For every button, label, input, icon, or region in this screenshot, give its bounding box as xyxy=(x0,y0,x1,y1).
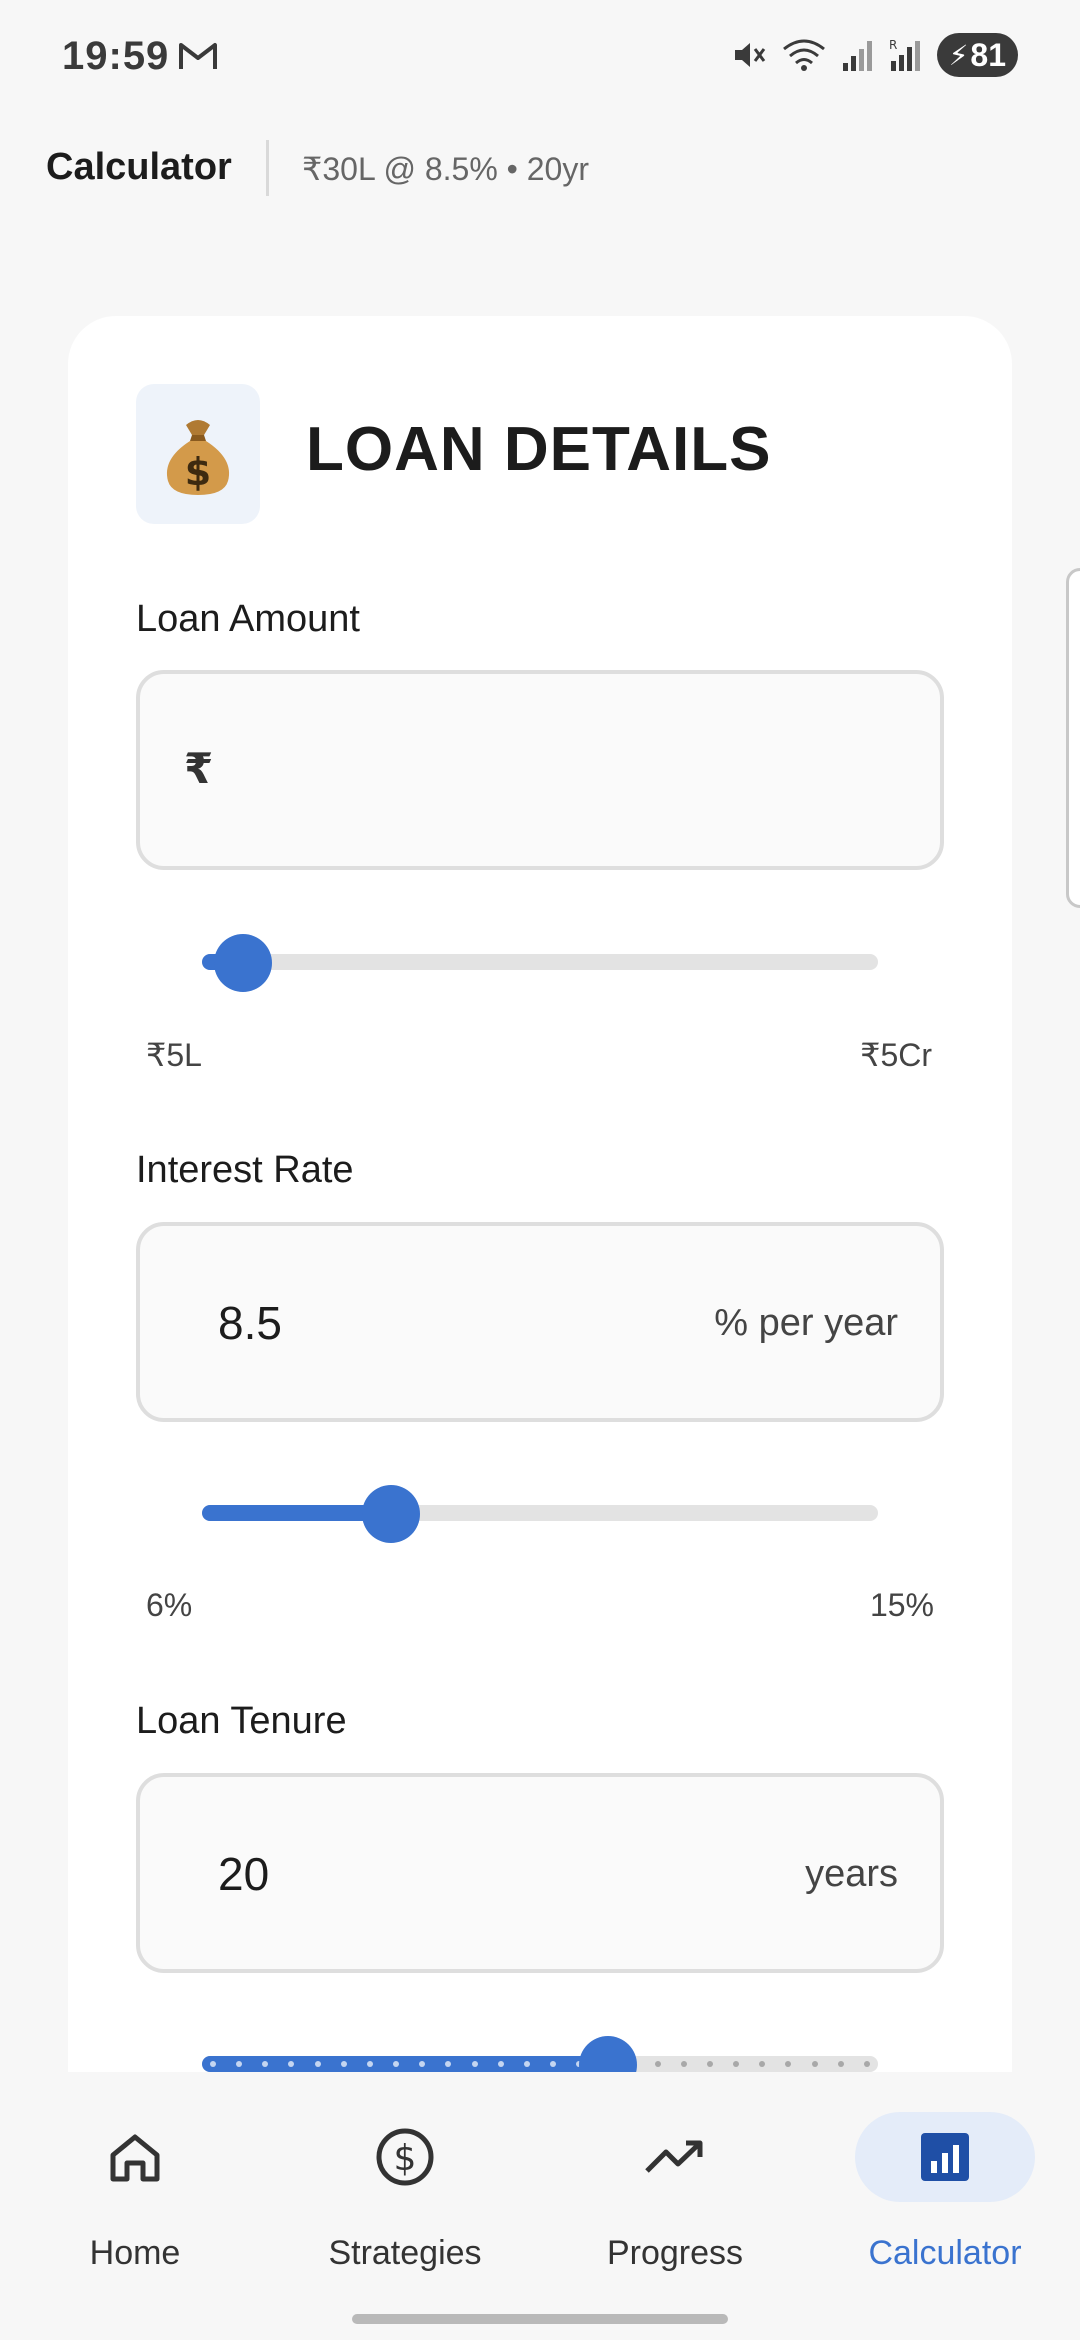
trending-up-icon xyxy=(645,2140,703,2173)
slider-division-dot xyxy=(785,2061,792,2067)
slider-division-dot xyxy=(419,2061,426,2067)
slider-division-dot xyxy=(236,2061,243,2067)
slider-division-dot xyxy=(471,2061,478,2067)
app-header: Calculator ₹30L @ 8.5% • 20yr xyxy=(0,130,1080,210)
slider-track xyxy=(202,954,878,970)
nav-icon-container xyxy=(45,2112,225,2202)
slider-thumb[interactable] xyxy=(362,1485,421,1543)
interest-rate-label: Interest Rate xyxy=(136,1149,354,1191)
slider-division-dot xyxy=(366,2061,373,2067)
loan-amount-max: ₹5Cr xyxy=(860,1037,932,1073)
slider-division-dot xyxy=(680,2061,687,2067)
nav-label-progress: Progress xyxy=(606,2234,744,2272)
slider-division-dot xyxy=(654,2061,661,2067)
status-time: 19:59 xyxy=(62,34,170,78)
slider-division-dot xyxy=(733,2061,740,2067)
gmail-icon xyxy=(179,43,217,69)
loan-tenure-unit: years xyxy=(805,1853,898,1895)
nav-label-strategies: Strategies xyxy=(328,2234,482,2272)
slider-thumb[interactable] xyxy=(213,934,272,992)
dollar-circle-icon: $ xyxy=(376,2128,434,2186)
nav-label-calculator: Calculator xyxy=(868,2234,1022,2272)
nav-progress[interactable]: Progress xyxy=(540,2072,810,2272)
loan-amount-min: ₹5L xyxy=(146,1037,202,1073)
slider-division-dot xyxy=(445,2061,452,2067)
slider-division-dot xyxy=(340,2061,347,2067)
slider-division-dot xyxy=(863,2061,870,2067)
loan-tenure-input[interactable]: 20 years xyxy=(136,1773,944,1973)
nav-icon-container xyxy=(585,2112,765,2202)
loan-amount-slider[interactable] xyxy=(202,922,878,1002)
money-bag-icon: $ xyxy=(166,420,230,495)
loan-tenure-label: Loan Tenure xyxy=(136,1700,347,1742)
slider-division-dot xyxy=(759,2061,766,2067)
slider-division-dot xyxy=(210,2061,216,2067)
signal-icon xyxy=(842,41,872,71)
nav-strategies[interactable]: $ Strategies xyxy=(270,2072,540,2272)
nav-calculator[interactable]: Calculator xyxy=(810,2072,1080,2272)
battery-level: 81 xyxy=(970,36,1006,73)
loan-amount-label: Loan Amount xyxy=(136,598,360,640)
interest-rate-max: 15% xyxy=(869,1587,934,1623)
slider-division-dot xyxy=(523,2061,530,2067)
header-divider xyxy=(266,140,269,196)
slider-division-dot xyxy=(393,2061,400,2067)
rupee-prefix: ₹ xyxy=(184,745,214,792)
interest-rate-unit: % per year xyxy=(714,1302,898,1344)
svg-text:$: $ xyxy=(185,450,211,494)
scroll-handle[interactable] xyxy=(1066,568,1080,908)
loan-summary: ₹30L @ 8.5% • 20yr xyxy=(302,151,589,187)
slider-division-dot xyxy=(314,2061,321,2067)
wifi-icon xyxy=(782,39,825,71)
slider-division-dot xyxy=(497,2061,504,2067)
interest-rate-slider[interactable] xyxy=(202,1473,878,1553)
section-title: LOAN DETAILS xyxy=(306,415,772,484)
slider-division-dot xyxy=(550,2061,557,2067)
page-title: Calculator xyxy=(46,146,232,188)
charging-icon: ⚡ xyxy=(948,39,969,71)
section-icon-box: $ xyxy=(136,384,260,524)
svg-text:R: R xyxy=(889,38,897,52)
slider-division-dot xyxy=(837,2061,844,2067)
slider-division-dot xyxy=(811,2061,818,2067)
bottom-navigation: Home $ Strategies Progress Calculator xyxy=(0,2072,1080,2340)
interest-rate-input[interactable]: 8.5 % per year xyxy=(136,1222,944,1422)
interest-rate-min: 6% xyxy=(146,1587,193,1623)
status-icons: R ⚡ 81 xyxy=(731,32,1018,78)
nav-icon-container xyxy=(855,2112,1035,2202)
slider-division-dot xyxy=(262,2061,269,2067)
slider-division-dot xyxy=(706,2061,713,2067)
home-indicator[interactable] xyxy=(352,2314,728,2324)
battery-indicator: ⚡ 81 xyxy=(936,33,1018,77)
nav-label-home: Home xyxy=(89,2234,181,2272)
status-bar: 19:59 R ⚡ 81 xyxy=(0,0,1080,110)
home-icon xyxy=(110,2134,160,2182)
mute-icon xyxy=(734,43,765,67)
interest-rate-value: 8.5 xyxy=(218,1297,282,1349)
loan-tenure-value: 20 xyxy=(218,1848,270,1900)
svg-text:$: $ xyxy=(394,2138,417,2179)
nav-home[interactable]: Home xyxy=(0,2072,270,2272)
signal-roaming-icon: R xyxy=(889,38,920,71)
bar-chart-icon xyxy=(921,2133,969,2181)
slider-divisions xyxy=(210,2061,870,2067)
nav-icon-container: $ xyxy=(315,2112,495,2202)
slider-division-dot xyxy=(288,2061,295,2067)
loan-amount-input[interactable]: ₹ xyxy=(136,670,944,870)
